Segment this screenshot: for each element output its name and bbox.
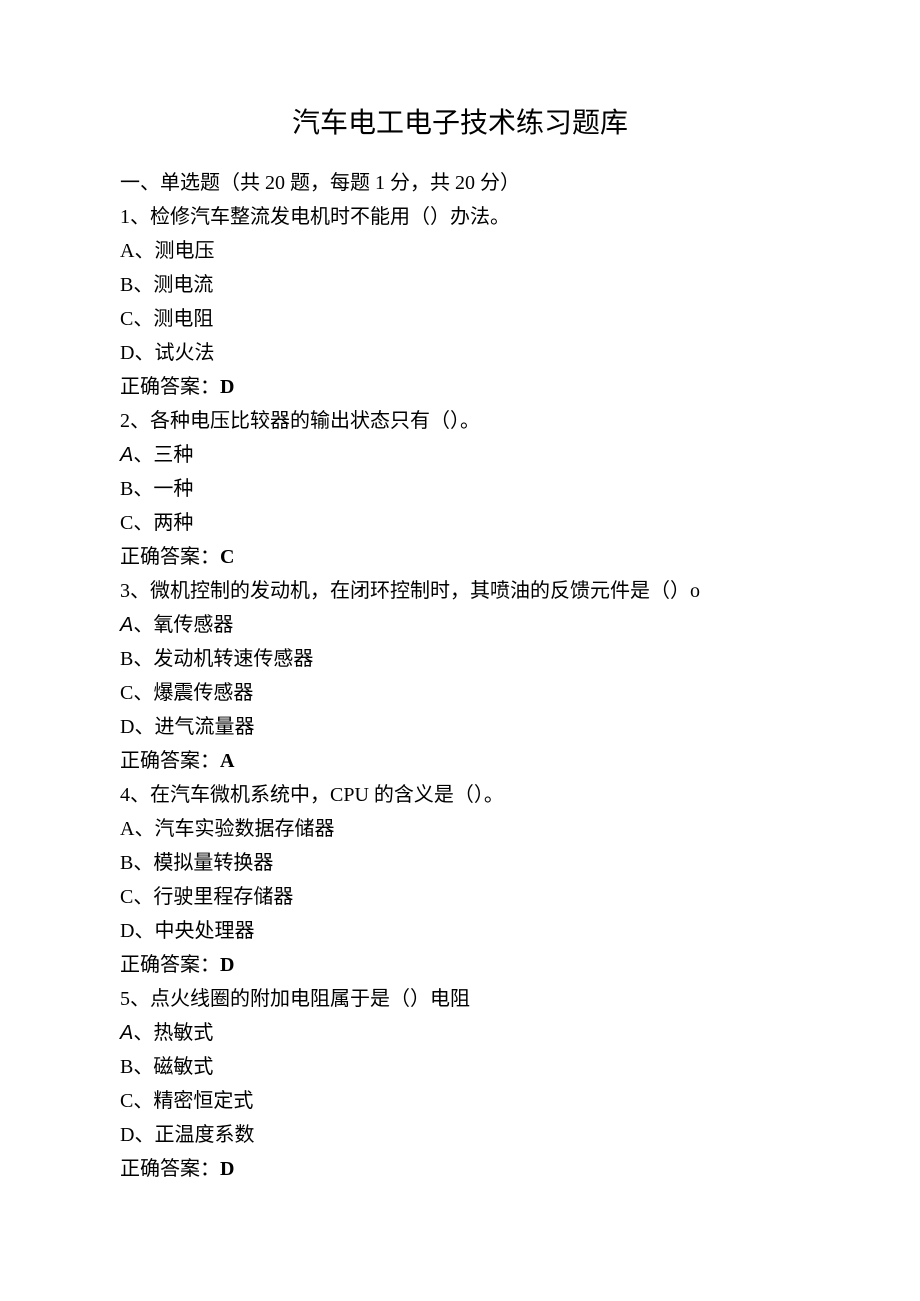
option-text: 正温度系数 [154,1124,254,1146]
option-line: D、正温度系数 [120,1118,800,1152]
option-text: 爆震传感器 [153,682,253,704]
option-line: D、试火法 [120,336,800,370]
answer-value: A [220,750,234,772]
option-text: 氧传感器 [153,614,233,636]
option-line: C、爆震传感器 [120,676,800,710]
answer-line: 正确答案：C [120,540,800,574]
option-text: 测电阻 [153,308,213,330]
option-line: B、发动机转速传感器 [120,642,800,676]
answer-line: 正确答案：A [120,744,800,778]
option-letter: A [120,444,133,466]
option-line: B、一种 [120,472,800,506]
question-text: 各种电压比较器的输出状态只有（）。 [150,410,480,432]
question-number: 1、 [120,206,150,228]
option-letter-suffix: 、 [133,444,153,466]
option-letter: B、 [120,478,153,500]
option-letter-suffix: 、 [133,614,153,636]
option-text: 进气流量器 [154,716,254,738]
option-line: C、行驶里程存储器 [120,880,800,914]
answer-line: 正确答案：D [120,948,800,982]
option-letter: D、 [120,716,154,738]
option-letter: D、 [120,920,154,942]
option-letter: B、 [120,852,153,874]
section-header-text: 一、单选题（共 20 题，每题 1 分，共 20 分） [120,172,520,194]
option-letter: A [120,1022,133,1044]
option-text: 两种 [153,512,193,534]
question-text: 点火线圈的附加电阻属于是（）电阻 [150,988,470,1010]
option-letter: B、 [120,274,153,296]
question-line: 3、微机控制的发动机，在闭环控制时，其喷油的反馈元件是（）o [120,574,800,608]
option-text: 测电压 [154,240,214,262]
option-letter: C、 [120,308,153,330]
option-letter: C、 [120,886,153,908]
question-number: 4、 [120,784,150,806]
option-text: 三种 [153,444,193,466]
question-line: 2、各种电压比较器的输出状态只有（）。 [120,404,800,438]
option-line: A、测电压 [120,234,800,268]
option-text: 磁敏式 [153,1056,213,1078]
option-line: D、进气流量器 [120,710,800,744]
answer-value: C [220,546,234,568]
option-letter: C、 [120,1090,153,1112]
option-line: B、磁敏式 [120,1050,800,1084]
answer-value: D [220,1158,234,1180]
question-line: 1、检修汽车整流发电机时不能用（）办法。 [120,200,800,234]
answer-label: 正确答案： [120,954,220,976]
questions-container: 1、检修汽车整流发电机时不能用（）办法。A、测电压B、测电流C、测电阻D、试火法… [120,200,800,1186]
option-letter: B、 [120,648,153,670]
option-letter: C、 [120,682,153,704]
option-text: 测电流 [153,274,213,296]
option-text: 中央处理器 [154,920,254,942]
option-line: C、精密恒定式 [120,1084,800,1118]
option-line: A、氧传感器 [120,608,800,642]
answer-value: D [220,376,234,398]
question-number: 5、 [120,988,150,1010]
option-letter: B、 [120,1056,153,1078]
option-letter: A [120,614,133,636]
answer-label: 正确答案： [120,1158,220,1180]
answer-line: 正确答案：D [120,370,800,404]
answer-label: 正确答案： [120,750,220,772]
question-number: 2、 [120,410,150,432]
question-text: 微机控制的发动机，在闭环控制时，其喷油的反馈元件是（）o [150,580,700,602]
option-letter: A、 [120,240,154,262]
option-line: A、三种 [120,438,800,472]
option-letter: A、 [120,818,154,840]
option-letter: C、 [120,512,153,534]
option-text: 精密恒定式 [153,1090,253,1112]
option-line: B、测电流 [120,268,800,302]
option-line: B、模拟量转换器 [120,846,800,880]
option-text: 试火法 [154,342,214,364]
question-number: 3、 [120,580,150,602]
option-line: A、汽车实验数据存储器 [120,812,800,846]
option-text: 发动机转速传感器 [153,648,313,670]
question-line: 4、在汽车微机系统中，CPU 的含义是（）。 [120,778,800,812]
answer-label: 正确答案： [120,376,220,398]
option-line: D、中央处理器 [120,914,800,948]
option-letter: D、 [120,1124,154,1146]
option-line: C、测电阻 [120,302,800,336]
option-text: 热敏式 [153,1022,213,1044]
option-line: C、两种 [120,506,800,540]
option-text: 一种 [153,478,193,500]
option-text: 行驶里程存储器 [153,886,293,908]
question-text: 在汽车微机系统中，CPU 的含义是（）。 [150,784,504,806]
option-line: A、热敏式 [120,1016,800,1050]
question-line: 5、点火线圈的附加电阻属于是（）电阻 [120,982,800,1016]
option-letter: D、 [120,342,154,364]
answer-label: 正确答案： [120,546,220,568]
page-title: 汽车电工电子技术练习题库 [120,100,800,148]
option-text: 汽车实验数据存储器 [154,818,334,840]
option-letter-suffix: 、 [133,1022,153,1044]
answer-value: D [220,954,234,976]
option-text: 模拟量转换器 [153,852,273,874]
answer-line: 正确答案：D [120,1152,800,1186]
question-text: 检修汽车整流发电机时不能用（）办法。 [150,206,510,228]
section-header: 一、单选题（共 20 题，每题 1 分，共 20 分） [120,166,800,200]
